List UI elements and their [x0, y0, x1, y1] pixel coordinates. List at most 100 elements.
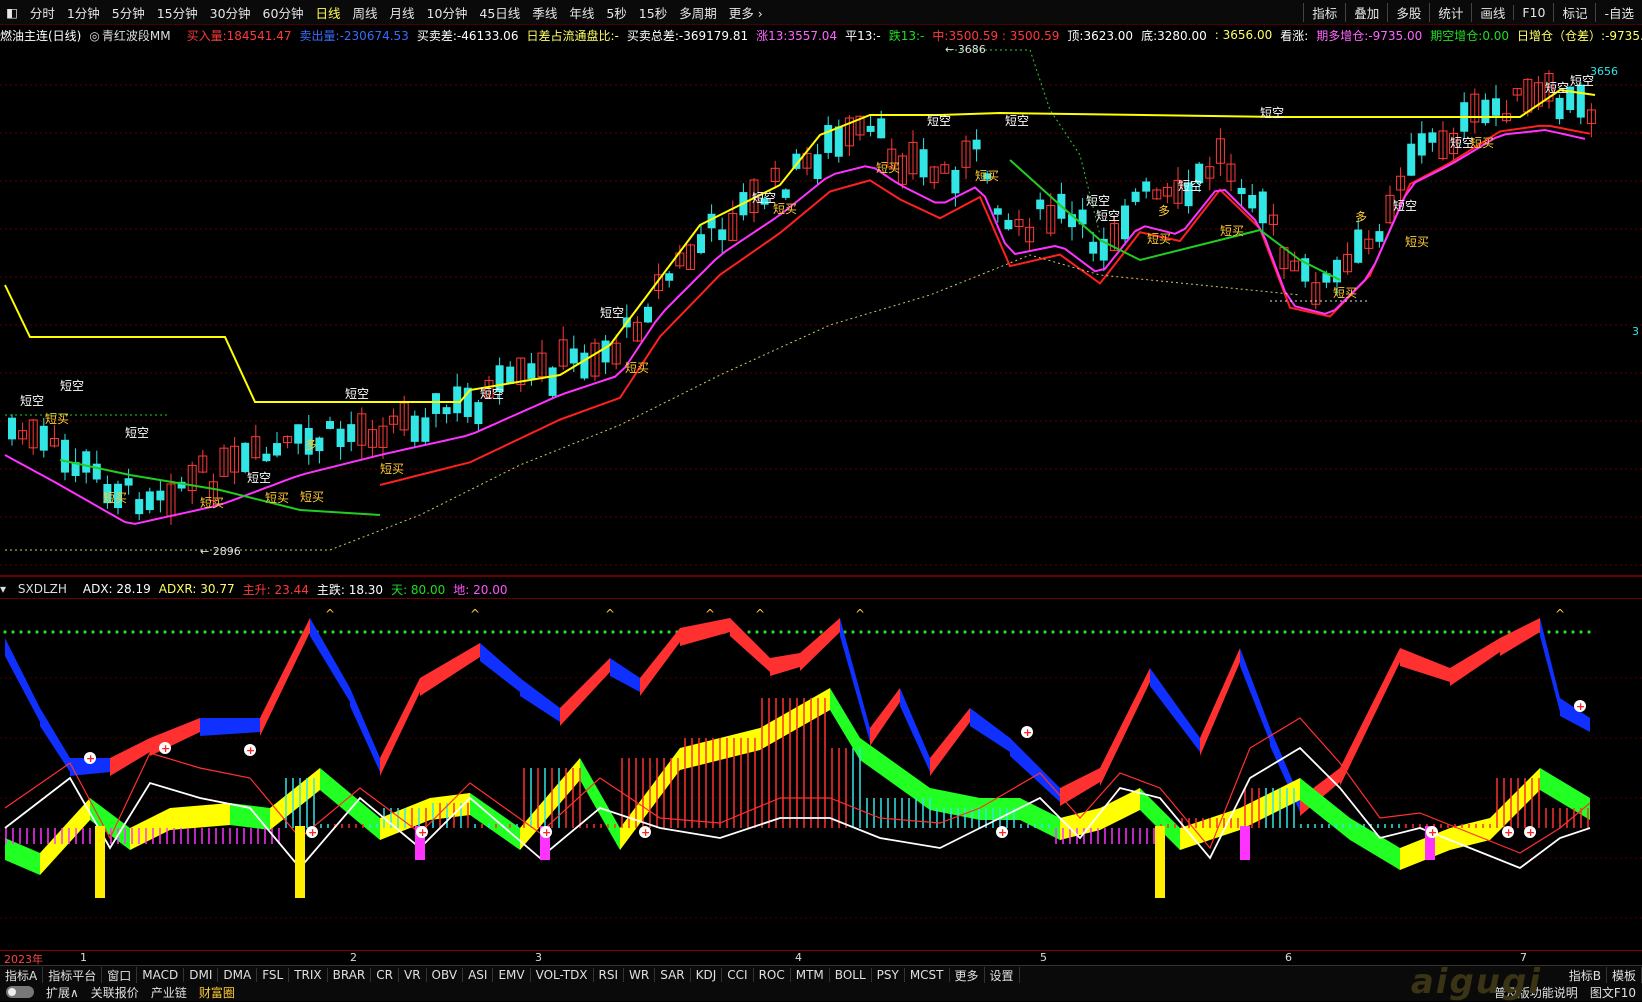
toolbar-right-2[interactable]: 多股: [1387, 2, 1429, 22]
buy-signal-column: [295, 826, 305, 898]
month-label-3: 4: [795, 951, 802, 964]
sky-dot: [1075, 630, 1079, 634]
sky-dot: [611, 630, 615, 634]
period-tab-4[interactable]: 30分钟: [204, 3, 257, 22]
candle-down: [665, 273, 674, 281]
period-tab-6[interactable]: 日线: [309, 3, 346, 22]
indicator-tab-6[interactable]: FSL: [257, 968, 290, 982]
indicator-tab-24[interactable]: MCST: [905, 968, 950, 982]
signal-label-16: 短买: [773, 202, 797, 216]
period-tab-1[interactable]: 1分钟: [61, 3, 106, 22]
indicator-tab-11[interactable]: OBV: [427, 968, 464, 982]
period-tab-11[interactable]: 季线: [526, 3, 563, 22]
signal-label-26: 短买: [1220, 224, 1244, 238]
adx-band-segment: [1500, 618, 1540, 656]
indicator-tab-right-1[interactable]: 模板: [1607, 966, 1642, 984]
trend-band-segment: [320, 768, 380, 840]
indicator-tab-26[interactable]: 设置: [985, 966, 1020, 984]
candle-down: [781, 189, 790, 198]
sky-dot: [891, 630, 895, 634]
buy-signal-column: [1155, 826, 1165, 898]
period-tab-12[interactable]: 年线: [563, 3, 600, 22]
period-tab-0[interactable]: 分时: [24, 3, 61, 22]
window-menu-icon[interactable]: ◧: [0, 5, 24, 20]
period-tab-10[interactable]: 45日线: [473, 3, 526, 22]
indicator-tab-9[interactable]: CR: [371, 968, 399, 982]
period-tab-15[interactable]: 多周期: [673, 3, 723, 22]
period-tab-14[interactable]: 15秒: [633, 3, 673, 22]
toolbar-right-6[interactable]: 标记: [1553, 2, 1595, 22]
indicator-tab-4[interactable]: DMI: [184, 968, 219, 982]
sky-dot: [355, 630, 359, 634]
indicator-name[interactable]: ◎ 青红波段MM: [89, 27, 178, 44]
adx-band-segment: [610, 658, 640, 692]
buy-signal-column: [95, 826, 105, 898]
candle-down: [156, 490, 165, 501]
sky-dot: [99, 630, 103, 634]
indicator-tab-1[interactable]: 指标平台: [43, 966, 103, 984]
info-field-10: 底:3280.00: [1141, 28, 1207, 43]
status-left-2[interactable]: 产业链: [145, 984, 193, 1001]
indicator-tab-16[interactable]: WR: [624, 968, 656, 982]
indicator-tab-2[interactable]: 窗口: [102, 966, 138, 984]
indicator-tab-5[interactable]: DMA: [218, 968, 258, 982]
indicator-tab-21[interactable]: MTM: [791, 968, 830, 982]
indicator-tab-right-0[interactable]: 指标B: [1564, 966, 1607, 984]
svg-text:+: +: [86, 752, 95, 765]
status-left-3[interactable]: 财富圈: [193, 984, 241, 1001]
indicator-tab-19[interactable]: CCI: [722, 968, 754, 982]
indicator-tab-13[interactable]: EMV: [493, 968, 531, 982]
sky-dot: [227, 630, 231, 634]
indicator-tab-10[interactable]: VR: [399, 968, 427, 982]
expand-toggle[interactable]: [6, 986, 34, 998]
caret-mark: ^: [470, 607, 480, 621]
indicator-tab-12[interactable]: ASI: [463, 968, 494, 982]
period-tab-13[interactable]: 5秒: [600, 3, 632, 22]
indicator-tab-15[interactable]: RSI: [594, 968, 625, 982]
sky-dot: [283, 630, 287, 634]
indicator-tab-7[interactable]: TRIX: [289, 968, 328, 982]
period-tab-2[interactable]: 5分钟: [106, 3, 151, 22]
indicator-tab-18[interactable]: KDJ: [691, 968, 723, 982]
candle-down: [8, 417, 16, 440]
period-tab-7[interactable]: 周线: [346, 3, 383, 22]
indicator-tab-23[interactable]: PSY: [872, 968, 905, 982]
toolbar-right-4[interactable]: 画线: [1471, 2, 1513, 22]
status-left-1[interactable]: 关联报价: [85, 984, 145, 1001]
info-field-12: 看涨:: [1280, 28, 1309, 43]
toolbar-right-5[interactable]: F10: [1513, 4, 1553, 20]
period-tab-8[interactable]: 月线: [383, 3, 420, 22]
indicator-tab-25[interactable]: 更多: [950, 966, 985, 984]
plus-marker-icon: +: [996, 826, 1008, 839]
signal-label-9: 多: [305, 438, 317, 452]
candle-down: [569, 348, 578, 364]
toolbar-right-1[interactable]: 叠加: [1345, 2, 1387, 22]
toolbar-right-3[interactable]: 统计: [1429, 2, 1471, 22]
indicator-tab-17[interactable]: SAR: [655, 968, 691, 982]
period-tab-3[interactable]: 15分钟: [151, 3, 204, 22]
main-price-chart[interactable]: 短空短空短买短空短买 短买短空短买 短买多短空短买短空短空短买短空短买短买短空短买短…: [0, 45, 1642, 577]
indicator-tab-14[interactable]: VOL-TDX: [531, 968, 594, 982]
indicator-tab-0[interactable]: 指标A: [0, 966, 44, 984]
sky-dot: [1059, 630, 1063, 634]
sky-dot: [171, 630, 175, 634]
sky-dot: [571, 630, 575, 634]
adx-band-segment: [1240, 648, 1270, 742]
indicator-tab-20[interactable]: ROC: [754, 968, 791, 982]
sub-indicator-name[interactable]: ▾ SXDLZH: [0, 582, 75, 596]
status-left-0[interactable]: 扩展∧: [40, 984, 85, 1001]
status-right-1[interactable]: 图文F10: [1584, 984, 1642, 1001]
toolbar-right-7[interactable]: -自选: [1595, 2, 1642, 22]
period-tab-9[interactable]: 10分钟: [421, 3, 474, 22]
indicator-tab-8[interactable]: BRAR: [328, 968, 372, 982]
sky-dot: [219, 630, 223, 634]
period-tab-16[interactable]: 更多 ›: [723, 3, 769, 22]
indicator-tab-22[interactable]: BOLL: [830, 968, 872, 982]
sky-dot: [811, 630, 815, 634]
sky-dot: [771, 630, 775, 634]
indicator-tab-3[interactable]: MACD: [137, 968, 185, 982]
period-tab-5[interactable]: 60分钟: [257, 3, 310, 22]
toolbar-right-0[interactable]: 指标: [1303, 2, 1345, 22]
sub-indicator-chart[interactable]: + + + + + + + + + + + + + ^ ^ ^ ^ ^ ^ ^: [0, 598, 1642, 950]
sky-dot: [1435, 630, 1439, 634]
